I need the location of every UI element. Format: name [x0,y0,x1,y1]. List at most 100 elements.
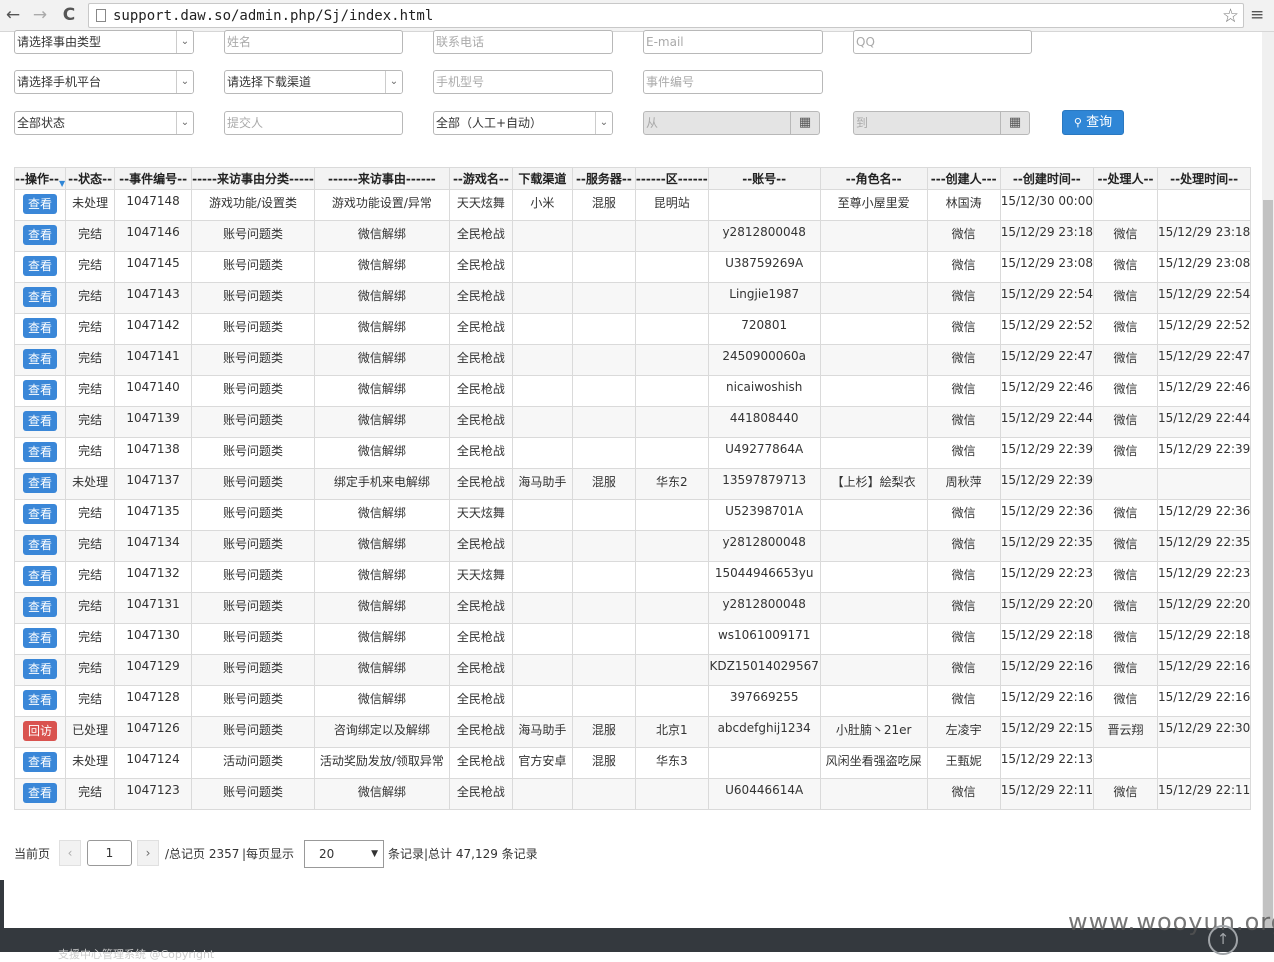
forward-icon[interactable]: → [29,4,51,26]
view-button[interactable]: 查看 [23,628,58,648]
view-button[interactable]: 查看 [23,349,58,369]
cell-reason: 咨询绑定以及解绑 [313,716,450,748]
phone-field[interactable]: 联系电话 [433,30,613,54]
cell-game: 全民枪战 [448,344,513,376]
next-page-button[interactable]: › [137,840,159,866]
view-button[interactable]: 查看 [23,566,58,586]
cell-status: 完结 [65,251,116,283]
view-button[interactable]: 查看 [23,194,58,214]
scrollbar-thumb[interactable] [1263,200,1273,928]
platform-select[interactable]: 请选择手机平台 ⌄ [14,70,194,94]
cell-creator: 左凌宇 [926,716,1001,748]
back-icon[interactable]: ← [2,4,24,26]
view-button[interactable]: 查看 [23,504,58,524]
cell-channel [511,592,573,624]
reload-icon[interactable]: C [58,4,80,26]
qq-field[interactable]: QQ [853,30,1032,54]
email-field[interactable]: E-mail [643,30,823,54]
view-button[interactable]: 查看 [23,411,58,431]
cell-game: 全民枪战 [448,654,513,686]
cell-channel [511,220,573,252]
cell-handler: 微信 [1092,282,1158,314]
cell-category: 账号问题类 [191,251,315,283]
side-tab[interactable] [0,880,4,928]
cell-game: 天天炫舞 [448,561,513,593]
column-header: ------区------ [634,167,709,190]
cell-handler: 微信 [1092,561,1158,593]
cell-account: 13597879713 [707,468,821,500]
chevron-down-icon: ⌄ [176,31,193,53]
back-to-top-icon[interactable]: ↑ [1208,925,1238,955]
address-bar[interactable]: support.daw.so/admin.php/Sj/index.html ☆ [88,3,1244,28]
cell-handled: 15/12/29 22:54 [1156,282,1252,314]
submitter-field[interactable]: 提交人 [224,111,403,135]
revisit-button[interactable]: 回访 [23,721,58,741]
status-select[interactable]: 全部状态 ⌄ [14,111,194,135]
per-page-value: 20 [319,847,335,861]
cell-game: 全民枪战 [448,282,513,314]
cell-game: 全民枪战 [448,530,513,562]
calendar-icon[interactable]: ▦ [1000,111,1030,135]
date-from-field[interactable]: 从 [643,111,791,135]
table-row: 查看 未处理 1047124 活动问题类 活动奖励发放/领取异常 全民枪战 官方安卓 混服 华东… [13,747,1252,779]
cell-category: 账号问题类 [191,406,315,438]
cell-action: 查看 [13,561,67,593]
event-type-select[interactable]: 请选择事由类型 ⌄ [14,30,194,54]
view-button[interactable]: 查看 [23,380,58,400]
cell-creator: 微信 [926,685,1001,717]
cell-account: U38759269A [707,251,821,283]
table-row: 查看 完结 1047139 账号问题类 微信解绑 全民枪战 441808440 微信 15/12… [13,406,1252,438]
view-button[interactable]: 查看 [23,659,58,679]
cell-role [819,778,928,810]
cell-account: 397669255 [707,685,821,717]
view-button[interactable]: 查看 [23,442,58,462]
cell-zone [634,499,709,531]
cell-creator: 林国涛 [926,189,1001,221]
model-field[interactable]: 手机型号 [433,70,613,94]
query-label: 查询 [1086,115,1113,130]
cell-id: 1047123 [114,778,193,810]
url-text[interactable]: support.daw.so/admin.php/Sj/index.html [113,8,433,24]
cell-status: 完结 [65,313,116,345]
date-to-field[interactable]: 到 [853,111,1001,135]
page-input[interactable]: 1 [87,840,132,866]
table-row: 查看 完结 1047143 账号问题类 微信解绑 全民枪战 Lingjie1987 微信 15/… [13,282,1252,314]
cell-handled: 15/12/29 23:18 [1156,220,1252,252]
cell-role [819,282,928,314]
view-button[interactable]: 查看 [23,535,58,555]
prev-page-button[interactable]: ‹ [59,840,81,866]
table-body: 查看 未处理 1047148 游戏功能/设置类 游戏功能设置/异常 天天炫舞 小米 混服 昆明站… [13,189,1252,810]
view-button[interactable]: 查看 [23,256,58,276]
bookmark-star-icon[interactable]: ☆ [1222,5,1239,27]
cell-category: 账号问题类 [191,468,315,500]
browser-menu-icon[interactable]: ≡ [1250,5,1264,25]
cell-id: 1047138 [114,437,193,469]
view-button[interactable]: 查看 [23,225,58,245]
calendar-icon[interactable]: ▦ [790,111,820,135]
cell-handled [1156,747,1252,779]
view-button[interactable]: 查看 [23,473,58,493]
event-no-field[interactable]: 事件编号 [643,70,823,94]
cell-creator: 微信 [926,220,1001,252]
view-button[interactable]: 查看 [23,318,58,338]
cell-created: 15/12/29 22:15 [999,716,1094,748]
query-button[interactable]: ⚲ 查询 [1062,110,1124,135]
cell-account: y2812800048 [707,592,821,624]
column-header[interactable]: --操作--▼ [13,167,67,190]
mode-select[interactable]: 全部（人工+自动） ⌄ [433,111,613,135]
cell-reason: 微信解绑 [313,406,450,438]
cell-id: 1047134 [114,530,193,562]
sort-icon[interactable]: ▼ [59,179,65,188]
view-button[interactable]: 查看 [23,597,58,617]
cell-channel: 小米 [511,189,573,221]
channel-select[interactable]: 请选择下载渠道 ⌄ [224,70,403,94]
view-button[interactable]: 查看 [23,690,58,710]
cell-account: y2812800048 [707,530,821,562]
view-button[interactable]: 查看 [23,287,58,307]
view-button[interactable]: 查看 [23,752,58,772]
table-row: 查看 完结 1047140 账号问题类 微信解绑 全民枪战 nicaiwoshish 微信 15… [13,375,1252,407]
cell-id: 1047132 [114,561,193,593]
name-field[interactable]: 姓名 [224,30,403,54]
per-page-select[interactable]: 20 ▼ [304,840,384,868]
view-button[interactable]: 查看 [23,783,58,803]
